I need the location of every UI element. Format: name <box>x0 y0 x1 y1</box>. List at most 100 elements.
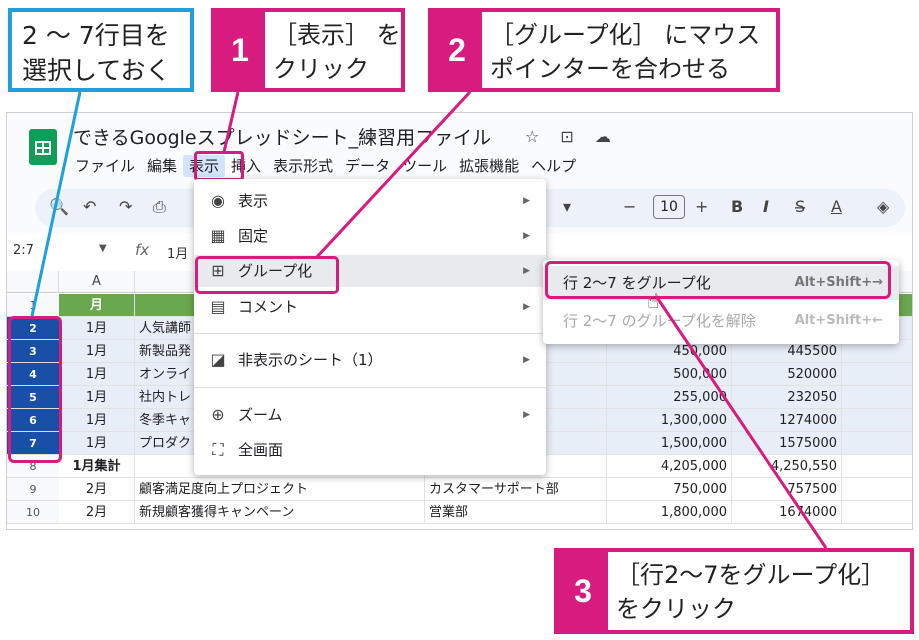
menu-data[interactable]: データ <box>339 155 396 177</box>
menu-format[interactable]: 表示形式 <box>267 155 339 177</box>
callout-step-2: 2 ［グループ化］ にマウス ポインターを合わせる <box>428 8 780 92</box>
menu-divider <box>194 333 546 334</box>
submenu-arrow-icon: ▶ <box>523 355 530 365</box>
fullscreen-icon: ⛶ <box>212 440 224 459</box>
eye-icon: ◉ <box>211 191 225 210</box>
table-cell[interactable]: 232050 <box>732 386 842 409</box>
submenu-arrow-icon: ▶ <box>523 302 530 312</box>
table-cell[interactable]: 1,300,000 <box>607 409 732 432</box>
font-size-input[interactable]: 10 <box>653 195 685 219</box>
hidden-sheet-icon: ◪ <box>210 350 226 369</box>
row-header[interactable]: 9 <box>7 478 59 501</box>
menu-help[interactable]: ヘルプ <box>525 155 582 177</box>
chevron-down-icon[interactable]: ▼ <box>99 243 107 254</box>
table-cell[interactable]: 750,000 <box>607 478 732 501</box>
freeze-icon: ▦ <box>210 226 226 245</box>
table-cell[interactable]: 255,000 <box>607 386 732 409</box>
ungroup-rows-label: 行 2～7 のグループ化を解除 <box>563 312 756 330</box>
fx-icon: fx <box>135 241 150 259</box>
table-cell[interactable]: 2月 <box>59 501 135 524</box>
table-cell[interactable]: 1,800,000 <box>607 501 732 524</box>
view-menu-item-label: ズーム <box>238 406 283 424</box>
table-cell[interactable]: 1674000 <box>732 501 842 524</box>
callout-select-rows: 2 ～ 7行目を 選択しておく <box>8 8 194 92</box>
callout-select-rows-line1: 2 ～ 7行目を <box>22 21 170 50</box>
view-menu-item-comment[interactable]: ▤ コメント ▶ <box>194 291 546 323</box>
menu-tools[interactable]: ツール <box>396 155 453 177</box>
table-cell[interactable]: 1274000 <box>732 409 842 432</box>
font-increase-icon[interactable]: + <box>695 197 708 216</box>
sheets-logo-icon[interactable] <box>29 129 57 165</box>
table-cell[interactable]: 4,205,000 <box>607 455 732 478</box>
print-icon[interactable]: ⎙ <box>153 197 166 217</box>
table-cell[interactable]: 520000 <box>732 363 842 386</box>
view-menu-item-show[interactable]: ◉ 表示 ▶ <box>194 185 546 217</box>
table-cell[interactable]: 1月 <box>59 340 135 363</box>
table-cell[interactable] <box>842 363 912 386</box>
font-dropdown-icon[interactable]: ▾ <box>563 197 571 216</box>
view-menu-dropdown: ◉ 表示 ▶ ▦ 固定 ▶ ⊞ グループ化 ▶ ▤ コメント ▶ ◪ 非表示のシ… <box>194 179 546 475</box>
table-cell[interactable]: 1575000 <box>732 432 842 455</box>
step-text-2: ［グループ化］ にマウス ポインターを合わせる <box>482 12 760 88</box>
table-cell[interactable]: 1月 <box>59 409 135 432</box>
table-cell[interactable]: 757500 <box>732 478 842 501</box>
zoom-icon: ⊕ <box>211 405 225 424</box>
table-cell[interactable]: 500,000 <box>607 363 732 386</box>
view-menu-item-fullscreen[interactable]: ⛶ 全画面 <box>194 434 546 466</box>
document-title[interactable]: できるGoogleスプレッドシート_練習用ファイル <box>73 123 491 150</box>
select-all-corner[interactable] <box>7 271 59 293</box>
submenu-arrow-icon: ▶ <box>523 231 530 241</box>
table-cell[interactable] <box>842 501 912 524</box>
view-menu-item-label: 表示 <box>238 192 269 210</box>
step-1-line2: クリック <box>273 55 369 83</box>
name-box[interactable]: 2:7 <box>13 243 34 258</box>
text-color-icon[interactable]: A <box>831 197 842 216</box>
italic-icon[interactable]: I <box>763 197 769 216</box>
table-cell[interactable]: 1月 <box>59 386 135 409</box>
table-cell[interactable]: 4,250,550 <box>732 455 842 478</box>
table-cell[interactable]: 月 <box>59 294 135 317</box>
bold-icon[interactable]: B <box>731 197 743 216</box>
formula-bar[interactable]: 1月 <box>167 243 188 262</box>
table-cell[interactable]: 新規顧客獲得キャンペーン <box>135 501 425 524</box>
table-cell[interactable]: 営業部 <box>425 501 607 524</box>
step-number-3: 3 <box>558 552 608 630</box>
row-header[interactable]: 1 <box>7 294 59 317</box>
search-icon[interactable]: 🔍 <box>49 197 69 216</box>
menu-bar: ファイル 編集 表示 挿入 表示形式 データ ツール 拡張機能 ヘルプ <box>69 155 582 177</box>
table-cell[interactable] <box>842 478 912 501</box>
menu-divider <box>194 387 546 388</box>
table-cell[interactable]: 1,500,000 <box>607 432 732 455</box>
undo-icon[interactable]: ↶ <box>83 197 96 216</box>
view-menu-item-zoom[interactable]: ⊕ ズーム ▶ <box>194 399 546 431</box>
table-cell[interactable]: カスタマーサポート部 <box>425 478 607 501</box>
table-cell[interactable] <box>842 386 912 409</box>
table-cell[interactable]: 2月 <box>59 478 135 501</box>
fill-color-icon[interactable]: ◈ <box>877 197 889 216</box>
table-cell[interactable] <box>842 409 912 432</box>
submenu-arrow-icon: ▶ <box>523 196 530 206</box>
redo-icon[interactable]: ↷ <box>119 197 132 216</box>
view-menu-item-freeze[interactable]: ▦ 固定 ▶ <box>194 220 546 252</box>
table-cell[interactable]: 1月 <box>59 363 135 386</box>
table-cell[interactable]: 1月集計 <box>59 455 135 478</box>
selected-rows-highlight <box>8 316 62 463</box>
strikethrough-icon[interactable]: S̶ <box>795 197 805 216</box>
table-cell[interactable]: 顧客満足度向上プロジェクト <box>135 478 425 501</box>
table-cell[interactable]: 1月 <box>59 317 135 340</box>
menu-file[interactable]: ファイル <box>69 155 141 177</box>
ungroup-rows-shortcut: Alt+Shift+← <box>794 313 883 328</box>
table-cell[interactable] <box>842 432 912 455</box>
column-header-a[interactable]: A <box>59 271 135 293</box>
table-cell[interactable]: 1月 <box>59 432 135 455</box>
group-rows-highlight <box>545 261 891 299</box>
view-menu-item-label: 全画面 <box>238 441 284 459</box>
row-header[interactable]: 10 <box>7 501 59 524</box>
font-decrease-icon[interactable]: − <box>623 197 636 216</box>
menu-extensions[interactable]: 拡張機能 <box>453 155 525 177</box>
title-action-icons[interactable]: ☆ ⊡ ☁ <box>525 127 619 146</box>
view-menu-highlight <box>194 151 244 181</box>
menu-edit[interactable]: 編集 <box>141 155 183 177</box>
table-cell[interactable] <box>842 455 912 478</box>
view-menu-item-hidden-sheets[interactable]: ◪ 非表示のシート（1） ▶ <box>194 344 546 376</box>
